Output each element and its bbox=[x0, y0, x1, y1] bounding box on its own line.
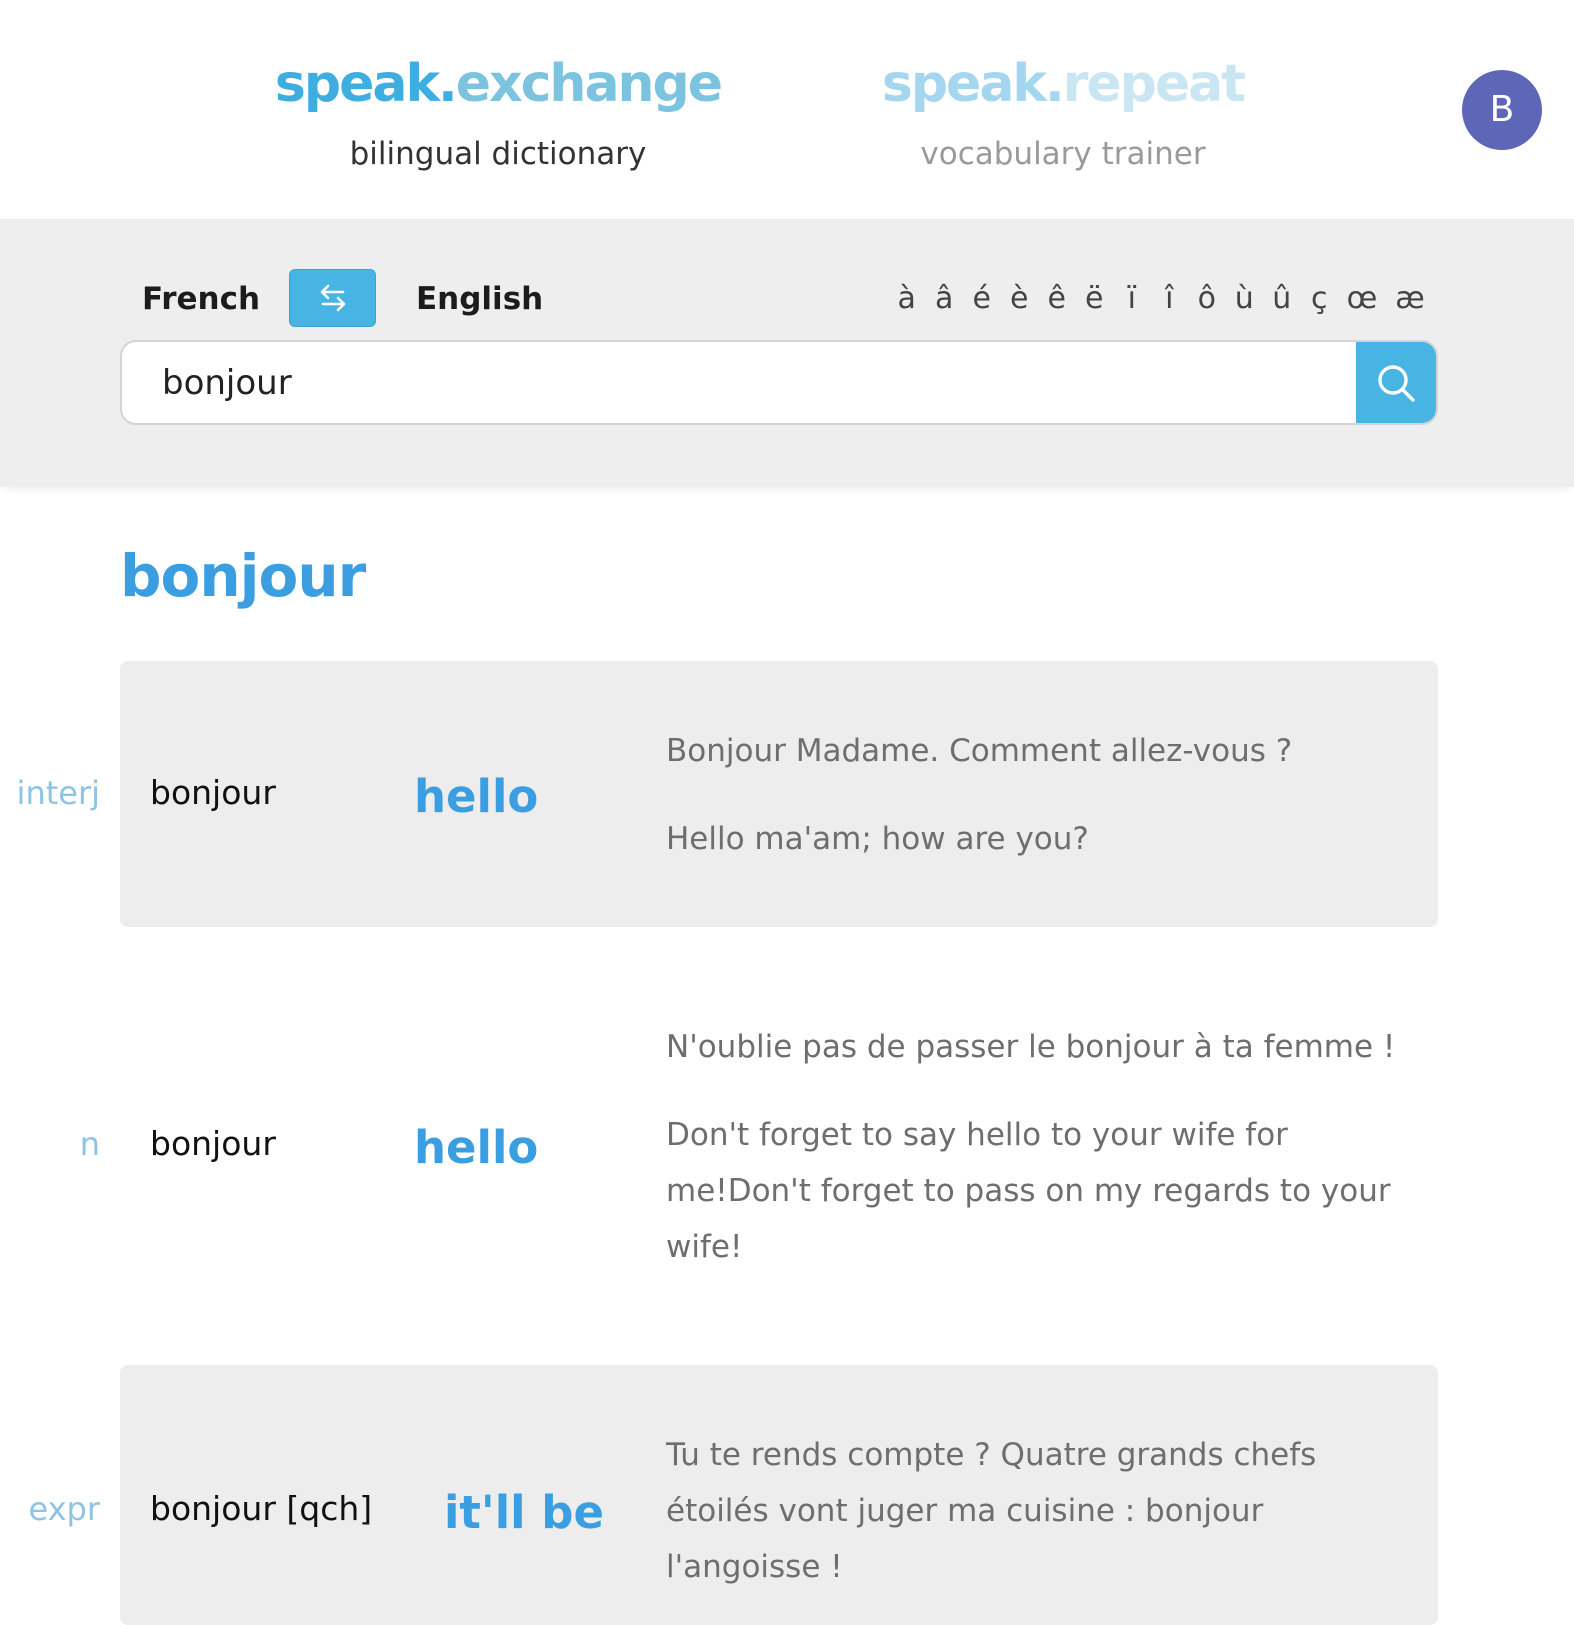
swap-arrows-icon bbox=[320, 284, 345, 312]
entry-term: bonjour [qch] bbox=[150, 1489, 373, 1528]
accent-key[interactable]: ê bbox=[1038, 279, 1076, 319]
exchange-nav-link[interactable]: speak.exchange bilingual dictionary bbox=[258, 52, 738, 174]
accent-key[interactable]: œ bbox=[1338, 279, 1386, 319]
accent-key[interactable]: é bbox=[963, 279, 1001, 319]
exchange-logo: speak.exchange bbox=[274, 54, 723, 114]
part-of-speech: expr bbox=[28, 1490, 100, 1528]
user-avatar[interactable]: B bbox=[1462, 70, 1542, 150]
accent-keyboard: à â é è ê ë ï î ô ù û ç œ æ bbox=[888, 279, 1434, 319]
accent-key[interactable]: ô bbox=[1188, 279, 1226, 319]
accent-key[interactable]: è bbox=[1001, 279, 1039, 319]
swap-languages-button[interactable] bbox=[289, 269, 376, 327]
dictionary-entry: interj bonjour hello Bonjour Madame. Com… bbox=[0, 661, 1574, 927]
example-translation: Don't forget to say hello to your wife f… bbox=[666, 1117, 1391, 1265]
accent-key[interactable]: ë bbox=[1076, 279, 1114, 319]
entry-translation[interactable]: hello bbox=[414, 769, 538, 825]
search-panel: French English à â é è ê ë ï î ô ù û ç œ… bbox=[0, 219, 1574, 487]
part-of-speech: interj bbox=[16, 774, 100, 812]
repeat-subtitle: vocabulary trainer bbox=[920, 136, 1206, 172]
entry-term: bonjour bbox=[150, 1124, 276, 1163]
accent-key[interactable]: ï bbox=[1113, 279, 1151, 319]
dictionary-entry: n bonjour hello N'oublie pas de passer l… bbox=[0, 1000, 1574, 1290]
example-source: N'oublie pas de passer le bonjour à ta f… bbox=[666, 1029, 1396, 1065]
accent-key[interactable]: î bbox=[1151, 279, 1189, 319]
dictionary-entry: expr bonjour [qch] it'll be Tu te rends … bbox=[0, 1365, 1574, 1625]
exchange-subtitle: bilingual dictionary bbox=[349, 136, 647, 172]
accent-key[interactable]: â bbox=[926, 279, 964, 319]
example-translation: Hello ma'am; how are you? bbox=[666, 821, 1089, 857]
search-button[interactable] bbox=[1356, 342, 1436, 423]
magnifier-icon bbox=[1378, 364, 1415, 402]
repeat-logo: speak.repeat bbox=[881, 54, 1246, 114]
example-source: Bonjour Madame. Comment allez-vous ? bbox=[666, 733, 1293, 769]
site-header: speak.exchange bilingual dictionary spea… bbox=[0, 0, 1574, 219]
example-source: Tu te rends compte ? Quatre grands chefs… bbox=[666, 1437, 1317, 1585]
accent-key[interactable]: û bbox=[1263, 279, 1301, 319]
entry-examples: Tu te rends compte ? Quatre grands chefs… bbox=[666, 1427, 1396, 1595]
repeat-nav-link[interactable]: speak.repeat vocabulary trainer bbox=[823, 52, 1303, 174]
result-headword: bonjour bbox=[120, 542, 366, 610]
part-of-speech: n bbox=[79, 1125, 100, 1163]
entry-examples: Bonjour Madame. Comment allez-vous ? Hel… bbox=[666, 723, 1396, 867]
entry-translation[interactable]: hello bbox=[414, 1120, 538, 1176]
entry-translation[interactable]: it'll be bbox=[444, 1485, 604, 1541]
accent-key[interactable]: æ bbox=[1386, 279, 1434, 319]
entry-term: bonjour bbox=[150, 773, 276, 812]
search-input[interactable] bbox=[122, 342, 1360, 423]
accent-key[interactable]: ç bbox=[1301, 279, 1339, 319]
target-language[interactable]: English bbox=[416, 279, 543, 319]
accent-key[interactable]: ù bbox=[1226, 279, 1264, 319]
accent-key[interactable]: à bbox=[888, 279, 926, 319]
entry-examples: N'oublie pas de passer le bonjour à ta f… bbox=[666, 1019, 1396, 1275]
search-box bbox=[120, 340, 1438, 425]
source-language[interactable]: French bbox=[142, 279, 260, 319]
